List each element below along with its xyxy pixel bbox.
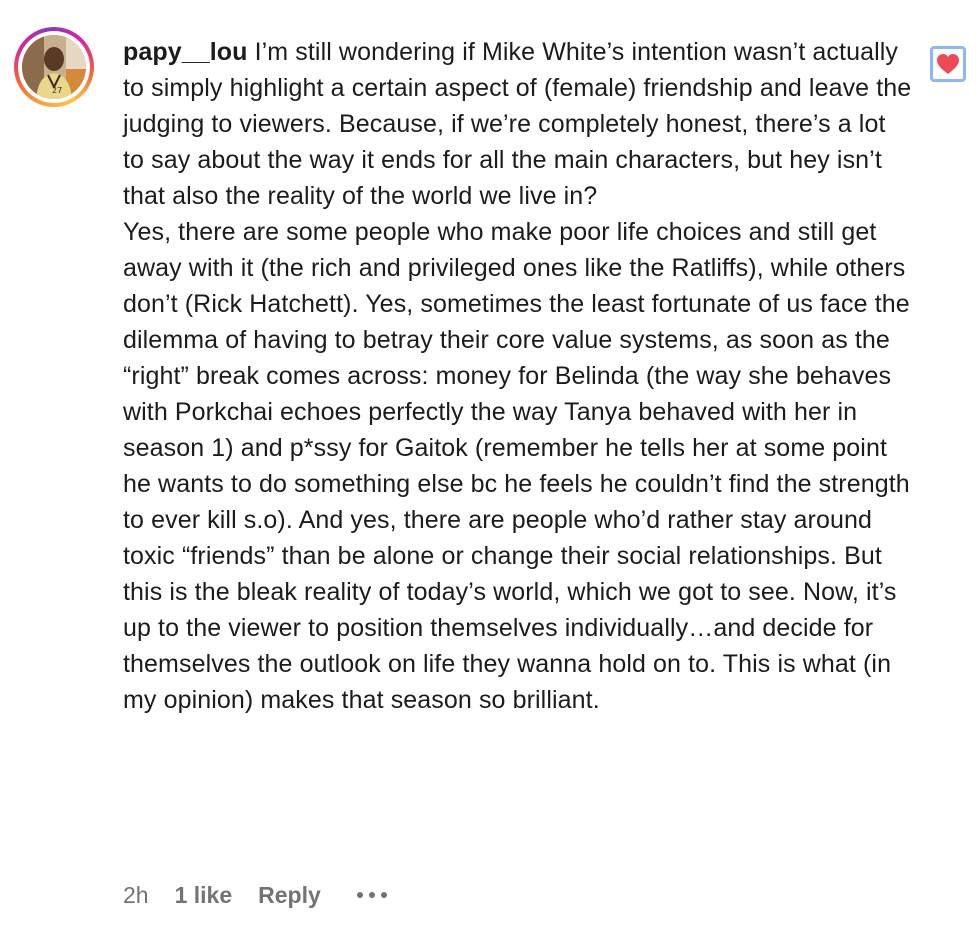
comment-text-continued: Yes, there are some people who make poor… bbox=[123, 218, 910, 714]
svg-text:27: 27 bbox=[52, 86, 62, 95]
comment-body: papy__lou I’m still wondering if Mike Wh… bbox=[123, 34, 913, 718]
avatar[interactable]: 27 bbox=[22, 35, 86, 99]
like-button[interactable] bbox=[930, 46, 966, 82]
heart-icon bbox=[937, 54, 959, 74]
more-options-icon[interactable] bbox=[356, 892, 387, 898]
more-dot bbox=[368, 892, 375, 898]
avatar-frame: 27 bbox=[18, 31, 90, 103]
more-dot bbox=[356, 892, 363, 898]
reply-button[interactable]: Reply bbox=[258, 882, 321, 909]
likes-count[interactable]: 1 like bbox=[175, 882, 233, 909]
avatar-image: 27 bbox=[22, 35, 86, 99]
comment-meta: 2h 1 like Reply bbox=[123, 878, 387, 912]
username-link[interactable]: papy__lou bbox=[123, 38, 248, 66]
more-dot bbox=[380, 892, 387, 898]
timestamp[interactable]: 2h bbox=[123, 882, 149, 909]
story-ring[interactable]: 27 bbox=[14, 27, 94, 107]
comment: 27 papy__lou I’m still wondering if Mike… bbox=[0, 0, 978, 926]
